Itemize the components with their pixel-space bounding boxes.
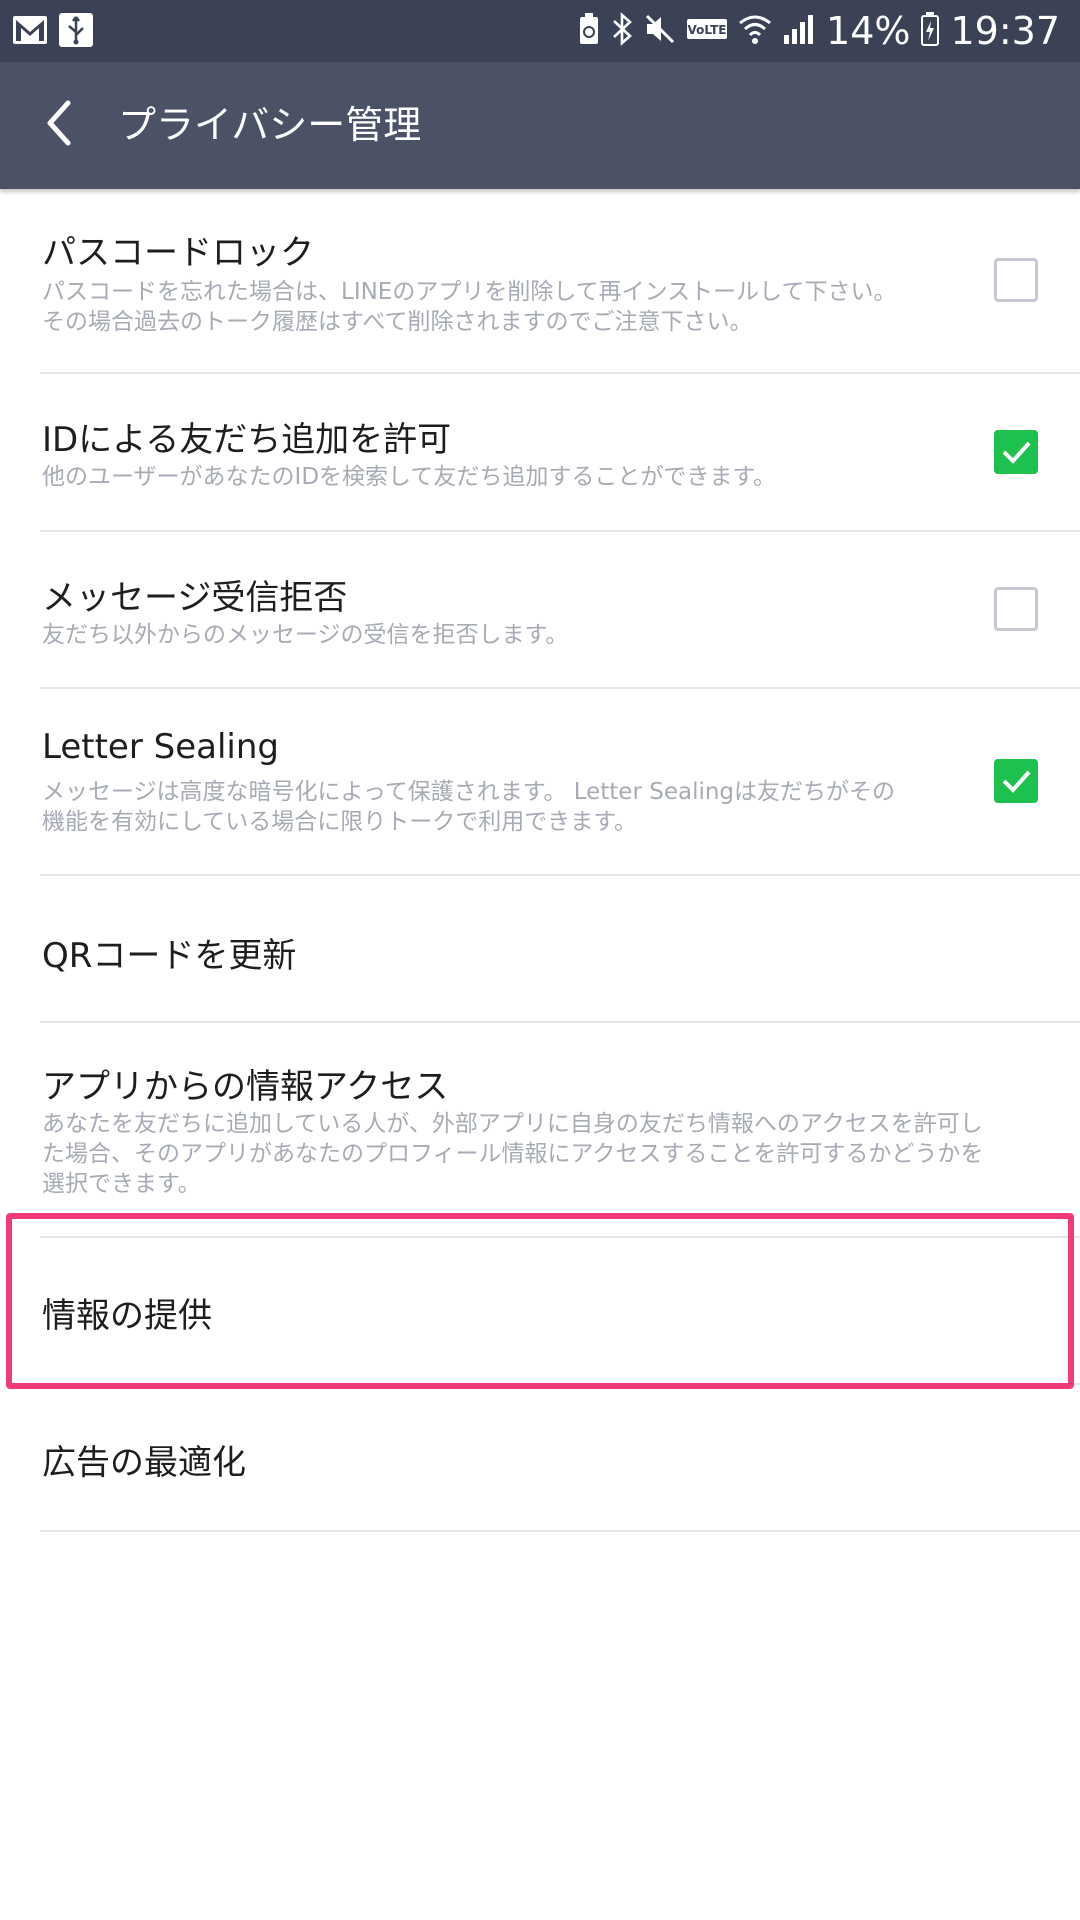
battery-icon — [920, 12, 940, 50]
setting-title: アプリからの情報アクセス — [42, 1067, 449, 1107]
svg-text:VoLTE: VoLTE — [688, 23, 727, 37]
passcode-lock-checkbox[interactable] — [994, 258, 1038, 302]
app-bar: プライバシー管理 — [0, 62, 1080, 189]
letter-sealing-checkbox[interactable] — [994, 759, 1038, 803]
settings-list: パスコードロック パスコードを忘れた場合は、LINEのアプリを削除して再インスト… — [0, 189, 1080, 1532]
setting-title: 情報の提供 — [42, 1296, 212, 1336]
setting-description: パスコードを忘れた場合は、LINEのアプリを削除して再インストールして下さい。 … — [42, 279, 897, 335]
checkmark-icon — [1002, 441, 1031, 464]
bluetooth-icon — [610, 12, 634, 50]
setting-info-provision[interactable]: 情報の提供 — [40, 1238, 1080, 1385]
setting-reject-messages[interactable]: メッセージ受信拒否 友だち以外からのメッセージの受信を拒否します。 — [40, 532, 1080, 689]
mute-icon — [644, 13, 676, 49]
reject-messages-checkbox[interactable] — [994, 587, 1038, 631]
battery-saver-icon — [578, 13, 600, 49]
chevron-left-icon — [40, 99, 80, 151]
setting-app-info-access[interactable]: アプリからの情報アクセス あなたを友だちに追加している人が、外部アプリに自身の友… — [40, 1023, 1080, 1238]
setting-ad-optimization[interactable]: 広告の最適化 — [40, 1385, 1080, 1532]
back-button[interactable] — [24, 89, 96, 161]
setting-description: 友だち以外からのメッセージの受信を拒否します。 — [42, 622, 569, 648]
checkmark-icon — [1002, 770, 1031, 793]
clock: 19:37 — [950, 9, 1060, 53]
status-bar: VoLTE 14% 19:37 — [0, 0, 1080, 62]
page-title: プライバシー管理 — [118, 103, 422, 147]
setting-title: Letter Sealing — [42, 727, 279, 767]
setting-passcode-lock[interactable]: パスコードロック パスコードを忘れた場合は、LINEのアプリを削除して再インスト… — [40, 189, 1080, 374]
setting-allow-add-by-id[interactable]: IDによる友だち追加を許可 他のユーザーがあなたのIDを検索して友だち追加するこ… — [40, 374, 1080, 532]
signal-icon — [782, 13, 816, 49]
setting-description: メッセージは高度な暗号化によって保護されます。 Letter Sealingは友… — [42, 779, 896, 835]
volte-icon: VoLTE — [686, 17, 728, 45]
allow-add-by-id-checkbox[interactable] — [994, 430, 1038, 474]
usb-icon — [58, 12, 94, 48]
setting-letter-sealing[interactable]: Letter Sealing メッセージは高度な暗号化によって保護されます。 L… — [40, 689, 1080, 876]
setting-refresh-qr-code[interactable]: QRコードを更新 — [40, 876, 1080, 1023]
setting-title: QRコードを更新 — [42, 936, 297, 976]
battery-percent: 14% — [826, 9, 911, 53]
setting-title: メッセージ受信拒否 — [42, 578, 348, 618]
setting-title: IDによる友だち追加を許可 — [42, 420, 452, 460]
setting-description: 他のユーザーがあなたのIDを検索して友だち追加することができます。 — [42, 464, 777, 490]
setting-title: 広告の最適化 — [42, 1443, 246, 1483]
gmail-icon — [12, 12, 48, 48]
wifi-icon — [738, 13, 772, 49]
setting-description: あなたを友だちに追加している人が、外部アプリに自身の友だち情報へのアクセスを許可… — [42, 1111, 984, 1197]
setting-title: パスコードロック — [42, 233, 314, 273]
